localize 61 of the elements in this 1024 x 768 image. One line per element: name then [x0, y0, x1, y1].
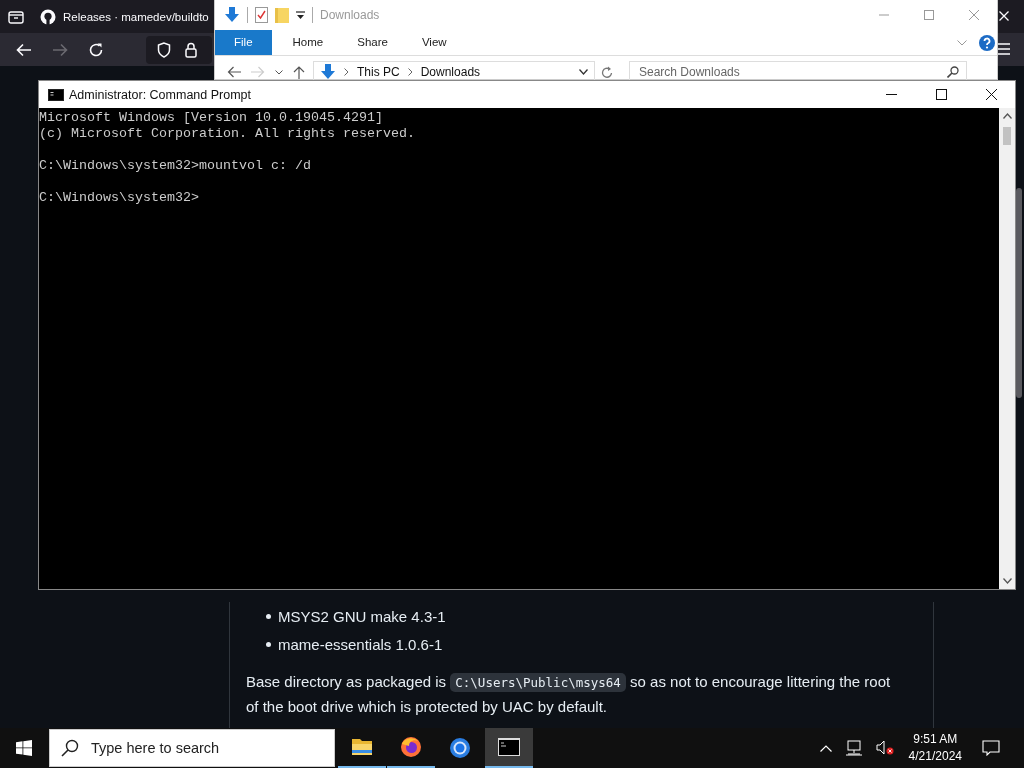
chevron-up-icon[interactable] [819, 744, 832, 752]
dropdown-caret-icon[interactable] [296, 11, 305, 19]
tab-list-icon[interactable] [8, 9, 24, 24]
scroll-down-icon[interactable] [1002, 578, 1012, 584]
close-icon[interactable] [986, 89, 997, 100]
window-title: Administrator: Command Prompt [69, 87, 251, 102]
console-line: C:\Windows\system32>mountvol c: /d [39, 158, 312, 174]
download-arrow-icon [320, 64, 336, 80]
browser-tab[interactable]: Releases · mamedev/buildto [40, 8, 209, 25]
ribbon-tab[interactable]: Home [279, 30, 337, 55]
search-field[interactable]: Search Downloads [629, 61, 967, 83]
speaker-muted-icon[interactable] [875, 740, 894, 756]
clock[interactable]: 9:51 AM 4/21/2024 [908, 731, 962, 765]
properties-icon[interactable] [255, 7, 268, 23]
breadcrumb-item[interactable]: This PC [357, 65, 400, 79]
reload-icon[interactable] [88, 41, 104, 58]
search-input[interactable]: Search Downloads [637, 64, 947, 80]
breadcrumb-item[interactable]: Downloads [420, 65, 481, 79]
download-arrow-icon[interactable] [224, 7, 240, 23]
scrollbar[interactable] [999, 108, 1015, 589]
shield-icon[interactable] [157, 41, 171, 58]
bullet-icon [266, 641, 271, 647]
taskbar-app[interactable] [485, 728, 533, 768]
ribbon-tab[interactable]: Share [344, 30, 401, 55]
search-field[interactable]: Type here to search [49, 729, 335, 767]
address-bar[interactable] [146, 35, 212, 64]
console-line: Microsoft Windows [Version 10.0.19045.4291] [39, 110, 384, 126]
browser-icon [448, 736, 472, 760]
bullet-icon [266, 613, 271, 619]
search-icon [947, 66, 959, 78]
github-icon [40, 8, 56, 25]
scrollbar-thumb[interactable] [1016, 188, 1022, 398]
search-input[interactable]: Type here to search [89, 739, 334, 757]
maximize-icon[interactable] [936, 89, 947, 100]
scrollbar-thumb[interactable] [1003, 127, 1011, 145]
help-icon[interactable] [979, 34, 995, 51]
lock-icon[interactable] [185, 41, 197, 58]
up-arrow-icon[interactable] [293, 65, 305, 79]
console-line: C:\Windows\system32> [39, 190, 200, 206]
forward-arrow-icon [52, 42, 68, 57]
menu-icon[interactable] [996, 43, 1010, 55]
windows-logo-icon[interactable] [16, 740, 32, 756]
chevron-down-icon[interactable] [579, 69, 588, 75]
list-item: MSYS2 GNU make 4.3-1 [278, 607, 446, 625]
paragraph: Base directory as packaged is C:\Users\Public\msys64 so as not to encourage littering the root of the boot drive which is protected by UAC by default. [246, 672, 892, 717]
search-icon [61, 739, 79, 757]
refresh-icon[interactable] [601, 65, 613, 79]
firefox-icon [399, 735, 423, 759]
notification-icon[interactable] [982, 740, 1000, 756]
scroll-up-icon[interactable] [1002, 113, 1012, 119]
chevron-down-icon[interactable] [275, 69, 283, 75]
console-line: (c) Microsoft Corporation. All rights reserved. [39, 126, 416, 142]
list-item: mame-essentials 1.0.6-1 [278, 635, 443, 653]
chevron-right-icon [407, 68, 413, 76]
chevron-right-icon [344, 68, 349, 76]
ribbon-tab[interactable]: View [408, 30, 460, 55]
ribbon-tab[interactable]: File [215, 30, 272, 55]
terminal-icon [48, 88, 64, 101]
window-title: Downloads [320, 8, 380, 22]
network-icon[interactable] [844, 740, 863, 756]
terminal-icon [497, 735, 521, 759]
